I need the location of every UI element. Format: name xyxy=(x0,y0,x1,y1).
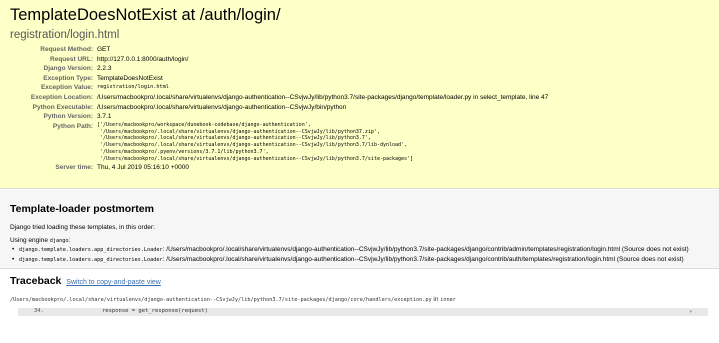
engine-prefix: Using engine xyxy=(10,237,50,244)
meta-row: Python Path: ['/Users/macbookpro/workspa… xyxy=(0,122,719,163)
python-path-value: ['/Users/macbookpro/workspace/dunebook-c… xyxy=(97,122,719,163)
meta-value: /Users/macbookpro/.local/share/virtualen… xyxy=(97,103,347,111)
meta-label: Python Executable: xyxy=(32,103,93,111)
meta-label: Exception Value: xyxy=(40,84,93,92)
meta-label: Request Method: xyxy=(40,46,93,53)
template-postmortem-section: Template-loader postmortem Django tried … xyxy=(0,190,719,269)
postmortem-intro: Django tried loading these templates, in… xyxy=(10,224,155,231)
loader-name: django.template.loaders.app_directories.… xyxy=(19,247,163,253)
python-path-line: '/Users/macbookpro/.local/share/virtuale… xyxy=(97,135,371,142)
frame-filename: /Users/macbookpro/.local/share/virtualen… xyxy=(10,297,432,303)
postmortem-engine: Using engine django: xyxy=(10,237,70,244)
python-path-line: ['/Users/macbookpro/workspace/dunebook-c… xyxy=(97,121,311,128)
context-lineno: 34. xyxy=(34,308,44,314)
meta-row: Django Version: 2.2.3 xyxy=(0,64,719,74)
traceback-frame-file: /Users/macbookpro/.local/share/virtualen… xyxy=(10,296,456,303)
meta-label: Request URL: xyxy=(50,55,93,63)
expand-icon[interactable]: ▾ xyxy=(689,309,692,315)
request-meta-table: Request Method: GET Request URL: http://… xyxy=(0,45,719,172)
python-path-line: '/Users/macbookpro/.local/share/virtuale… xyxy=(97,155,414,162)
python-path-line: '/Users/macbookpro/.local/share/virtuale… xyxy=(97,142,408,149)
meta-row: Python Executable: /Users/macbookpro/.lo… xyxy=(0,103,719,113)
frame-in-label: in xyxy=(431,296,441,303)
meta-row: Exception Value: registration/login.html xyxy=(0,83,719,93)
bullet-icon: • xyxy=(12,246,15,253)
meta-value: GET xyxy=(97,46,111,53)
loader-result: : /Users/macbookpro/.local/share/virtual… xyxy=(162,255,684,263)
meta-row: Request Method: GET xyxy=(0,45,719,55)
meta-label: Exception Location: xyxy=(30,93,93,101)
meta-value: http://127.0.0.1:8000/auth/login/ xyxy=(97,55,189,63)
meta-row: Request URL: http://127.0.0.1:8000/auth/… xyxy=(0,55,719,65)
postmortem-heading: Template-loader postmortem xyxy=(10,203,154,215)
meta-label: Exception Type: xyxy=(43,74,93,82)
postmortem-list: • django.template.loaders.app_directories… xyxy=(10,246,715,265)
page-title: TemplateDoesNotExist at /auth/login/ xyxy=(10,6,281,24)
meta-row: Exception Location: /Users/macbookpro/.l… xyxy=(0,93,719,103)
switch-copy-paste-link[interactable]: Switch to copy-and-paste view xyxy=(66,279,161,286)
meta-row: Exception Type: TemplateDoesNotExist xyxy=(0,74,719,84)
loader-name: django.template.loaders.app_directories.… xyxy=(19,256,163,263)
meta-value: 3.7.1 xyxy=(97,113,112,121)
page-subtitle: registration/login.html xyxy=(10,29,120,41)
frame-function: inner xyxy=(440,297,456,303)
bullet-icon: • xyxy=(12,255,15,263)
python-path-line: '/Users/macbookpro/.local/share/virtuale… xyxy=(97,128,380,135)
list-item: • django.template.loaders.app_directories… xyxy=(10,256,715,265)
traceback-section: Traceback Switch to copy-and-paste view … xyxy=(0,270,719,343)
python-path-line: '/Users/macbookpro/.pyenv/versions/3.7.1… xyxy=(97,148,269,155)
meta-value: TemplateDoesNotExist xyxy=(97,74,163,82)
meta-row: Server time: Thu, 4 Jul 2019 05:16:10 +0… xyxy=(0,163,719,173)
context-code: response = get_response(request) xyxy=(102,308,208,314)
meta-value: registration/login.html xyxy=(97,84,169,91)
traceback-context-line[interactable]: 34. response = get_response(request) ▾ xyxy=(18,308,708,316)
meta-label: Django Version: xyxy=(43,65,93,73)
meta-value: Thu, 4 Jul 2019 05:16:10 +0000 xyxy=(97,163,189,171)
meta-label: Server time: xyxy=(55,163,93,171)
meta-value: /Users/macbookpro/.local/share/virtualen… xyxy=(97,93,549,101)
traceback-heading: Traceback Switch to copy-and-paste view xyxy=(10,275,161,287)
meta-value: 2.2.3 xyxy=(97,65,112,73)
loader-result: : /Users/macbookpro/.local/share/virtual… xyxy=(162,246,689,253)
traceback-title: Traceback xyxy=(10,275,62,287)
meta-label: Python Version: xyxy=(43,113,93,121)
engine-name: django xyxy=(49,238,69,244)
meta-row: Python Version: 3.7.1 xyxy=(0,112,719,122)
engine-suffix: : xyxy=(68,237,71,244)
summary-panel: TemplateDoesNotExist at /auth/login/ reg… xyxy=(0,0,719,189)
meta-label: Python Path: xyxy=(52,122,93,130)
list-item: • django.template.loaders.app_directories… xyxy=(10,246,715,255)
